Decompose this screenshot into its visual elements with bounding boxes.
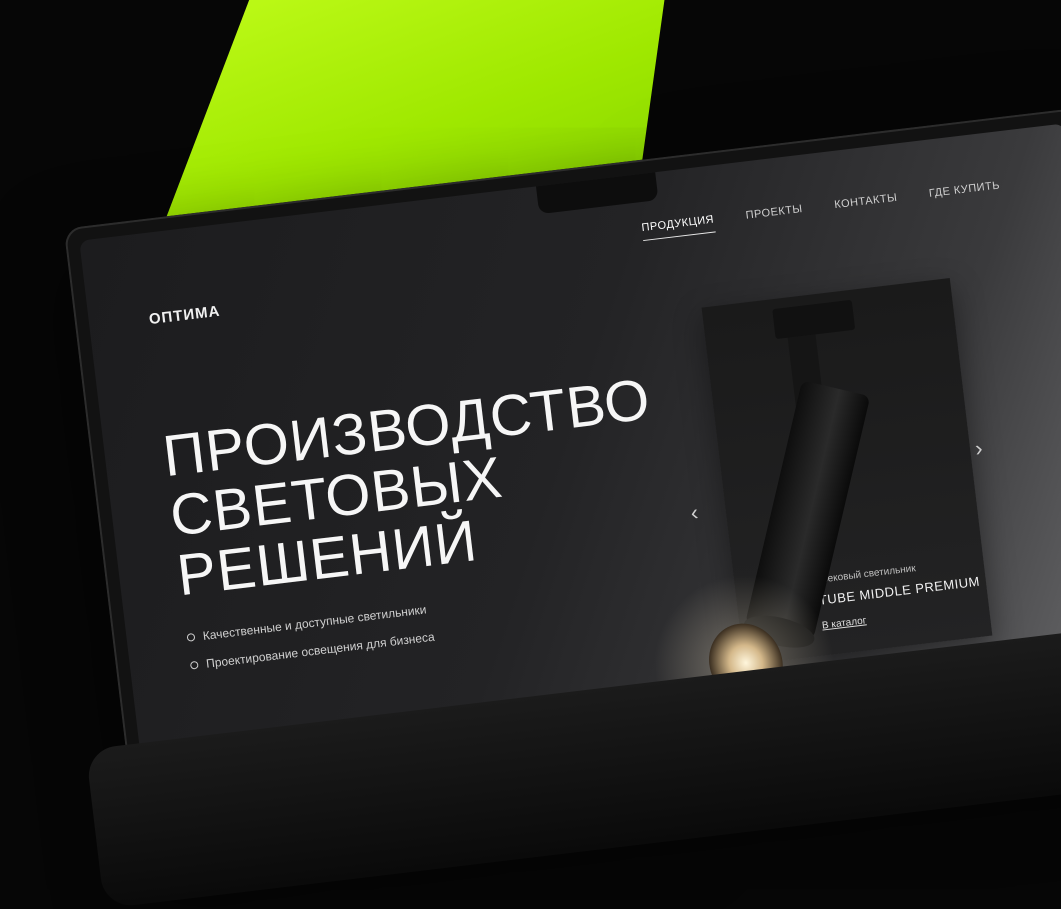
nav-item-where-to-buy[interactable]: ГДЕ КУПИТЬ	[928, 179, 1001, 206]
laptop: ОПТИМА ПРОДУКЦИЯ ПРОЕКТЫ КОНТАКТЫ ГДЕ КУ…	[40, 0, 1061, 909]
hero-bullets: Качественные и доступные светильники Про…	[186, 602, 437, 687]
nav-item-contacts[interactable]: КОНТАКТЫ	[834, 192, 899, 218]
camera-notch	[535, 170, 659, 215]
chevron-left-icon[interactable]: ‹	[689, 500, 699, 527]
brand-logo[interactable]: ОПТИМА	[148, 303, 221, 328]
catalog-link[interactable]: В каталог	[821, 615, 867, 631]
nav-item-projects[interactable]: ПРОЕКТЫ	[745, 203, 804, 229]
product-card[interactable]: Трековый светильник TUBE MIDDLE PREMIUM …	[701, 278, 993, 666]
bullet-dot-icon	[186, 632, 196, 642]
hero-title: ПРОИЗВОДСТВО СВЕТОВЫХ РЕШЕНИЙ	[160, 367, 668, 609]
nav-item-products[interactable]: ПРОДУКЦИЯ	[640, 213, 716, 242]
main-nav: ПРОДУКЦИЯ ПРОЕКТЫ КОНТАКТЫ ГДЕ КУПИТЬ	[640, 179, 1001, 242]
chevron-right-icon[interactable]: ›	[974, 435, 984, 462]
bullet-dot-icon	[189, 660, 199, 670]
